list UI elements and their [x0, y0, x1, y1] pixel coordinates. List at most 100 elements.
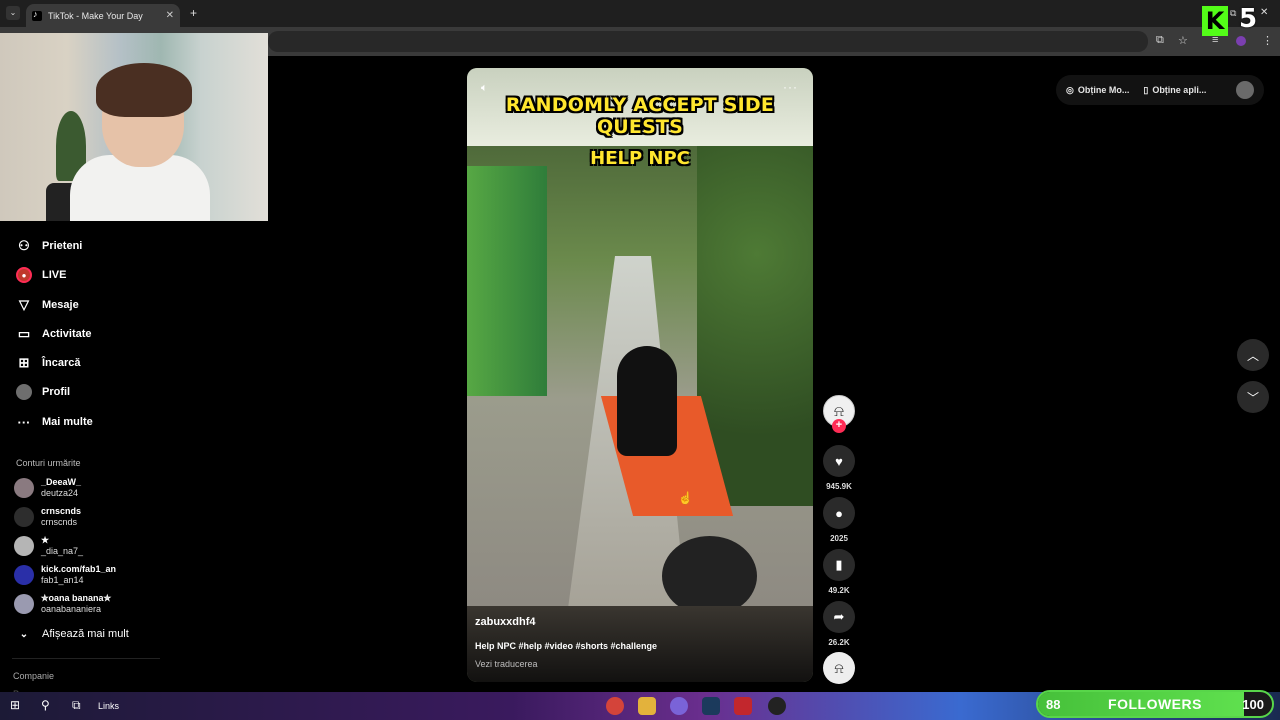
sidebar-item-label: LIVE [42, 269, 67, 281]
like-button[interactable]: ♥ [823, 445, 855, 477]
video-frame [467, 146, 813, 616]
sidebar-item-label: Mai multe [42, 416, 93, 428]
music-disc-icon[interactable]: ⍾ [823, 652, 855, 684]
get-coins-button[interactable]: ◎ Obține Mo... [1066, 85, 1129, 96]
sidebar-item-friends[interactable]: ⚇ Prieteni [16, 238, 82, 254]
avatar [14, 507, 34, 527]
sidebar-item-live[interactable]: ● LIVE [16, 267, 66, 283]
footer-link-company[interactable]: Companie [13, 671, 54, 681]
discord-app-icon[interactable] [670, 697, 688, 715]
kick-counter: 5 [1239, 4, 1258, 34]
profile-icon [16, 384, 32, 400]
phone-icon: ▯ [1143, 84, 1149, 95]
chevron-down-icon: ⌄ [19, 628, 29, 640]
get-coins-label: Obține Mo... [1077, 85, 1130, 95]
header-actions: ◎ Obține Mo... ▯ Obține apli... [1056, 75, 1264, 105]
playground-slide [467, 166, 547, 396]
live-icon: ● [16, 267, 32, 283]
video-caption-top: RANDOMLY ACCEPT SIDE QUESTS [505, 94, 775, 138]
video-more-options-icon[interactable]: ··· [783, 80, 798, 94]
chrome-app-icon[interactable] [606, 697, 624, 715]
kick-logo: K [1202, 6, 1228, 36]
account-handle: crnscnds [41, 517, 78, 527]
following-account-crnscnds[interactable]: crnscnds crnscnds [14, 506, 81, 528]
video-trash-bin [662, 536, 757, 616]
sidebar-item-profile[interactable]: Profil [16, 384, 70, 400]
get-app-button[interactable]: ▯ Obține apli... [1143, 85, 1206, 96]
video-caption-sub: HELP NPC [590, 148, 690, 169]
file-explorer-icon[interactable] [638, 697, 656, 715]
previous-video-button[interactable]: ︿ [1237, 339, 1269, 371]
show-more-accounts-button[interactable]: ⌄ Afișează mai mult [16, 626, 129, 642]
comment-count: 2025 [830, 534, 848, 543]
followers-target: 100 [1242, 697, 1264, 712]
sidebar-item-label: Mesaje [42, 299, 79, 311]
following-account-deeaw[interactable]: _DeeaW_ deutza24 [14, 477, 81, 499]
get-app-label: Obține apli... [1152, 85, 1207, 95]
browser-menu-icon[interactable]: ⋮ [1262, 34, 1273, 47]
install-app-icon[interactable]: ⧉ [1156, 34, 1164, 47]
window-close-icon[interactable]: ✕ [1260, 7, 1268, 18]
video-description: Help NPC #help #video #shorts #challenge [475, 641, 658, 651]
share-button[interactable]: ➦ [823, 601, 855, 633]
share-count: 26.2K [828, 638, 850, 647]
avatar [14, 565, 34, 585]
account-name: ★ [41, 535, 50, 545]
video-author[interactable]: zabuxxdhf4 [475, 616, 536, 628]
avatar [14, 536, 34, 556]
tab-title: TikTok - Make Your Day [48, 10, 143, 21]
account-handle: _dia_na7_ [41, 546, 84, 556]
taskbar-links[interactable]: Links [98, 701, 119, 711]
obs-app-icon[interactable] [768, 697, 786, 715]
more-icon: ··· [17, 414, 31, 430]
comment-button[interactable]: ● [823, 497, 855, 529]
windows-start-icon[interactable]: ⊞ [10, 698, 20, 712]
user-avatar[interactable] [1236, 81, 1254, 99]
next-video-button[interactable]: ﹀ [1237, 381, 1269, 413]
activity-icon: ▭ [17, 326, 31, 341]
coin-icon: ◎ [1066, 84, 1074, 95]
sidebar-divider [12, 658, 160, 659]
followers-goal-widget: 88 FOLLOWERS 100 [1036, 690, 1274, 718]
avatar [14, 594, 34, 614]
following-account-diana[interactable]: ★ _dia_na7_ [14, 535, 83, 557]
browser-tab-tiktok[interactable]: TikTok - Make Your Day ✕ [26, 4, 180, 27]
sidebar-item-activity[interactable]: ▭ Activitate [16, 326, 92, 342]
window-maximize-icon[interactable]: ⧉ [1230, 8, 1236, 19]
tab-list-button[interactable]: ⌄ [6, 6, 20, 20]
follow-plus-button[interactable]: + [832, 419, 846, 433]
sidebar-item-upload[interactable]: ⊞ Încarcă [16, 355, 81, 371]
search-icon[interactable]: ⚲ [41, 698, 50, 712]
heart-icon: ♥ [835, 453, 843, 469]
video-player[interactable]: 🔈︎ ··· RANDOMLY ACCEPT SIDE QUESTS HELP … [467, 68, 813, 682]
sidebar-item-label: Activitate [42, 328, 92, 340]
video-girl [617, 346, 677, 456]
bookmark-star-icon[interactable]: ☆ [1178, 34, 1188, 47]
save-count: 49.2K [828, 586, 850, 595]
account-handle: oanabananiera [41, 604, 102, 614]
voice-app-icon[interactable] [734, 697, 752, 715]
save-button[interactable]: ▮ [823, 549, 855, 581]
webcam-person-hair [96, 63, 192, 117]
new-tab-button[interactable]: + [190, 6, 197, 20]
sidebar-item-label: Încarcă [42, 357, 81, 369]
account-name: _DeeaW_ [41, 477, 82, 487]
sidebar-item-messages[interactable]: ▽ Mesaje [16, 297, 79, 313]
chevron-down-icon: ﹀ [1246, 390, 1259, 405]
following-account-fab1an[interactable]: kick.com/fab1_an fab1_an14 [14, 564, 116, 586]
address-bar[interactable] [268, 31, 1148, 52]
messages-icon: ▽ [19, 297, 29, 312]
following-accounts-title: Conturi urmărite [16, 458, 81, 468]
see-translation-link[interactable]: Vezi traducerea [475, 659, 538, 669]
steam-app-icon[interactable] [702, 697, 720, 715]
chevron-up-icon: ︿ [1246, 348, 1259, 363]
account-name: ✮oana banana✮ [41, 593, 112, 603]
account-name: kick.com/fab1_an [41, 564, 117, 574]
task-view-icon[interactable]: ⧉ [72, 698, 81, 713]
sidebar-item-more[interactable]: ··· Mai multe [16, 414, 93, 430]
profile-avatar[interactable] [1236, 36, 1246, 46]
following-account-oana[interactable]: ✮oana banana✮ oanabananiera [14, 593, 111, 615]
tab-close-icon[interactable]: ✕ [166, 10, 174, 21]
share-arrow-icon: ➦ [833, 609, 845, 624]
sidebar-item-label: Profil [42, 386, 71, 398]
